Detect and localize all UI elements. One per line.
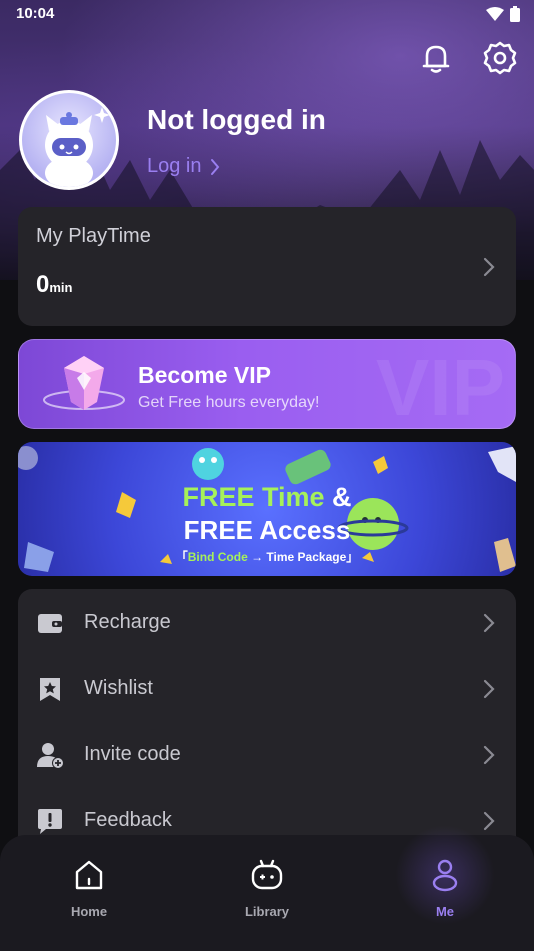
nav-tab-me[interactable]: Me [400, 857, 490, 919]
banner-bind-code: Bind Code [187, 550, 248, 564]
playtime-label: My PlayTime [36, 225, 151, 247]
status-bar: 10:04 [0, 0, 534, 30]
banner-arrow: → [247, 550, 267, 564]
home-icon [75, 860, 103, 890]
battery-icon [510, 6, 520, 22]
chevron-right-icon [483, 745, 495, 765]
banner-free-time: FREE Time [182, 482, 325, 512]
chevron-right-icon [483, 613, 495, 633]
gamepad-icon [251, 859, 283, 890]
login-label: Log in [147, 155, 202, 177]
menu-label: Wishlist [84, 677, 153, 699]
wallet-icon [38, 614, 62, 633]
banner-bracket-close: 」 [346, 550, 359, 564]
avatar[interactable] [19, 90, 119, 190]
mascot-avatar-icon [45, 107, 110, 187]
menu-item-recharge[interactable]: Recharge [18, 589, 516, 655]
diamond-gem-icon [43, 356, 125, 410]
vip-title: Become VIP [138, 362, 271, 388]
profile-icon [432, 859, 458, 892]
star-bookmark-icon [40, 678, 60, 701]
banner-ampersand: & [324, 482, 352, 512]
banner-headline: FREE Time & [18, 482, 516, 513]
chevron-right-icon [483, 679, 495, 699]
playtime-card[interactable]: My PlayTime 0min [18, 207, 516, 326]
chevron-right-icon [210, 158, 219, 175]
settings-gear-icon[interactable] [482, 40, 518, 76]
menu-item-invite-code[interactable]: Invite code [18, 721, 516, 787]
nav-label: Home [70, 904, 108, 919]
menu-label: Invite code [84, 743, 181, 765]
add-user-icon [37, 743, 64, 769]
chevron-right-icon [483, 257, 495, 277]
banner-bracket-open: 「 [175, 550, 188, 564]
vip-watermark: VIP [376, 343, 505, 429]
banner-subline: 「Bind Code → Time Package」 [18, 548, 516, 565]
nav-tab-home[interactable]: Home [44, 857, 134, 919]
promo-banner[interactable]: FREE Time & FREE Access 「Bind Code → Tim… [18, 442, 516, 576]
bottom-navigation: Home Library Me [0, 825, 534, 951]
wifi-icon [486, 7, 504, 21]
menu-label: Recharge [84, 611, 171, 633]
playtime-unit: min [49, 280, 73, 295]
login-link[interactable]: Log in [147, 155, 220, 178]
banner-free-access: FREE Access [183, 515, 351, 545]
menu-item-wishlist[interactable]: Wishlist [18, 655, 516, 721]
menu-label: Feedback [84, 809, 172, 831]
top-actions [418, 40, 518, 76]
feedback-icon [38, 809, 62, 834]
become-vip-card[interactable]: VIP Become VIP Get Free hours everyday! [18, 339, 516, 429]
notification-bell-icon[interactable] [418, 40, 454, 76]
nav-label: Me [435, 904, 455, 919]
nav-tab-library[interactable]: Library [222, 857, 312, 919]
nav-label: Library [244, 904, 290, 919]
playtime-number: 0 [36, 271, 50, 298]
chevron-right-icon [483, 811, 495, 831]
banner-time-package: Time Package [266, 550, 347, 564]
status-icons [486, 6, 520, 22]
playtime-value: 0min [36, 271, 72, 299]
status-time: 10:04 [16, 5, 55, 22]
vip-subtitle: Get Free hours everyday! [138, 394, 320, 411]
user-name: Not logged in [147, 104, 326, 135]
